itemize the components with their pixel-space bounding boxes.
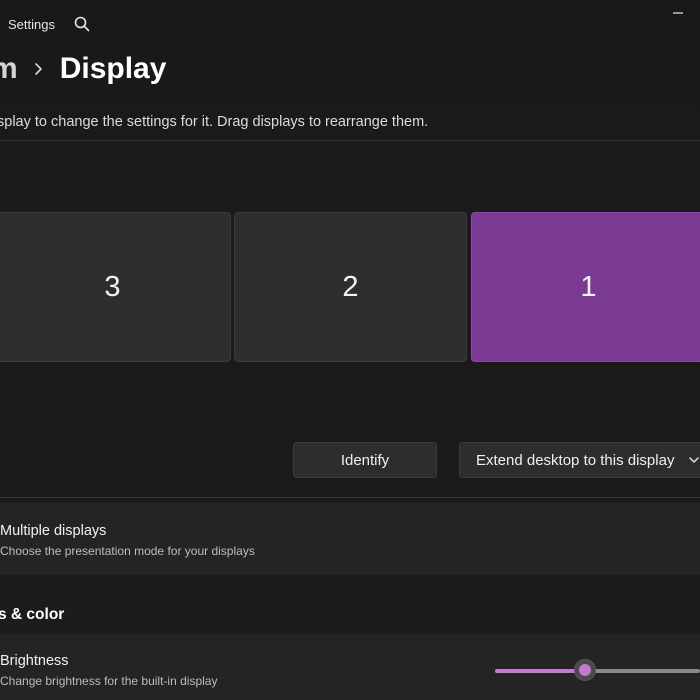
slider-thumb-dot	[579, 664, 592, 676]
multiple-displays-row[interactable]: Multiple displays Choose the presentatio…	[0, 503, 700, 575]
header-divider	[0, 140, 700, 141]
breadcrumb: m Display	[0, 52, 166, 86]
minimize-icon	[673, 12, 683, 14]
breadcrumb-separator	[18, 62, 60, 76]
monitor-number: 3	[104, 270, 121, 303]
arrangement-instruction: splay to change the settings for it. Dra…	[0, 114, 429, 130]
monitor-2[interactable]: 2	[234, 212, 467, 362]
minimize-button[interactable]	[668, 6, 688, 20]
search-icon	[74, 16, 90, 32]
chevron-down-icon	[689, 457, 699, 463]
monitor-1[interactable]: 1	[471, 212, 700, 362]
brightness-section-heading: s & color	[0, 606, 65, 623]
monitor-number: 1	[580, 270, 597, 303]
search-button[interactable]	[72, 14, 92, 34]
display-mode-dropdown[interactable]: Extend desktop to this display	[459, 442, 700, 478]
display-mode-value: Extend desktop to this display	[476, 451, 675, 469]
monitor-number: 2	[342, 270, 359, 303]
app-title: Settings	[8, 17, 55, 32]
brightness-slider-fill	[495, 669, 586, 673]
settings-window: Settings m Display splay to change the s…	[0, 0, 700, 700]
multiple-displays-description: Choose the presentation mode for your di…	[0, 544, 255, 558]
chevron-right-icon	[34, 63, 42, 75]
breadcrumb-parent[interactable]: m	[0, 52, 18, 86]
identify-button[interactable]: Identify	[293, 442, 437, 478]
multiple-displays-title: Multiple displays	[0, 523, 107, 539]
monitor-3[interactable]: 3	[0, 212, 231, 362]
page-title: Display	[59, 52, 167, 85]
brightness-title: Brightness	[0, 653, 69, 669]
section-divider	[0, 497, 700, 498]
brightness-description: Change brightness for the built-in displ…	[0, 674, 218, 688]
brightness-slider[interactable]	[495, 659, 700, 681]
